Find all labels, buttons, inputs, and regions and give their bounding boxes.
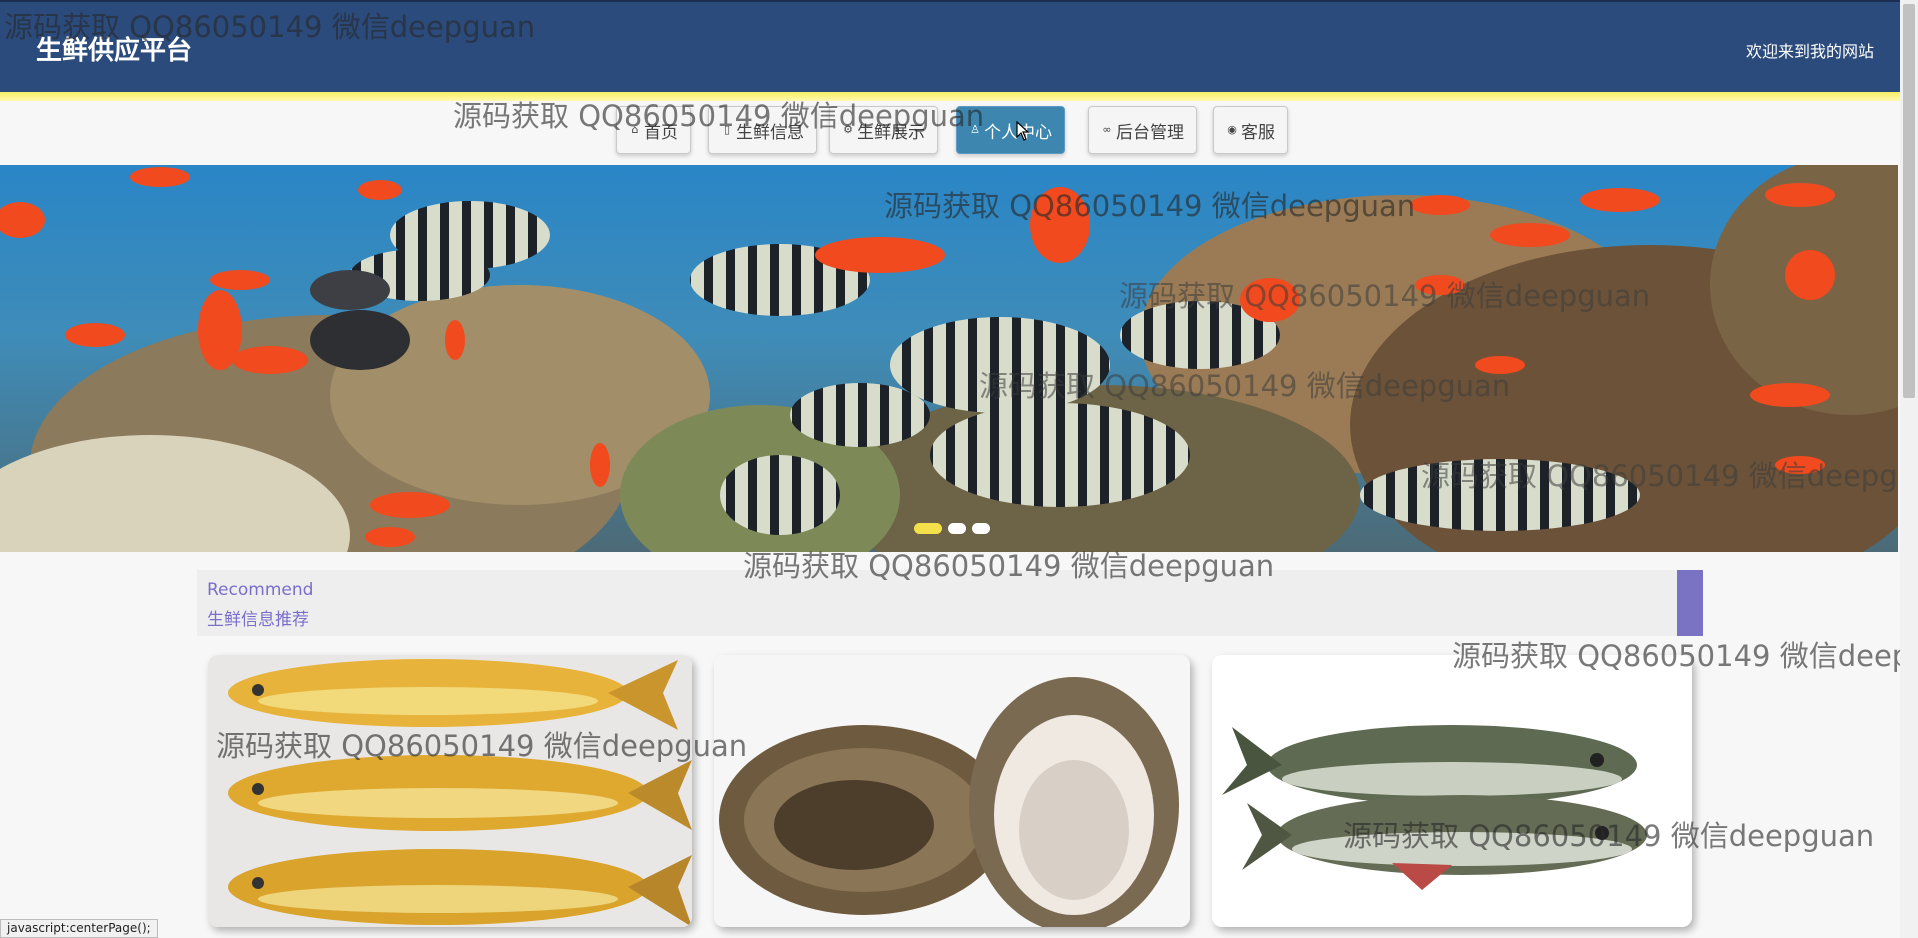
recommend-title-cn: 生鲜信息推荐 (207, 610, 309, 630)
home-icon: ⌂ (631, 123, 639, 136)
nav-admin-label: 后台管理 (1116, 122, 1184, 143)
product-card-oyster[interactable] (714, 655, 1190, 927)
product-card-yellow-croaker[interactable] (208, 655, 692, 927)
welcome-text: 欢迎来到我的网站 (1745, 42, 1874, 61)
recommend-title-en: Recommend (207, 580, 314, 600)
nav-service-button[interactable]: ◉ 客服 (1213, 106, 1288, 154)
banner-image (0, 165, 1898, 552)
oyster-image (714, 655, 1190, 927)
recommend-bar (197, 570, 1703, 636)
site-title[interactable]: 生鲜供应平台 (36, 30, 192, 67)
mouse-cursor-icon (1016, 121, 1030, 141)
link-icon: ∞ (1102, 123, 1112, 136)
carp-image (1212, 655, 1692, 927)
product-card-carp[interactable] (1212, 655, 1692, 927)
carousel-dot-3[interactable] (972, 523, 990, 534)
yellow-croaker-image (208, 655, 692, 927)
nav-service-label: 客服 (1241, 122, 1275, 143)
nav-fresh-show-label: 生鲜展示 (857, 122, 925, 143)
nav-fresh-info-label: 生鲜信息 (736, 122, 804, 143)
carousel-dot-1[interactable] (914, 523, 942, 534)
nav-bar (0, 101, 1900, 165)
list-icon: ▯ (723, 123, 731, 136)
carousel-dot-2[interactable] (948, 523, 966, 534)
nav-fresh-show-button[interactable]: ⚙ 生鲜展示 (829, 106, 938, 154)
header-stripe (0, 92, 1900, 101)
nav-personal-center-button[interactable]: ♙ 个人中心 (956, 106, 1065, 154)
carousel-indicators (914, 523, 990, 534)
nav-admin-button[interactable]: ∞ 后台管理 (1088, 106, 1197, 154)
site-header (0, 0, 1900, 93)
banner-carousel[interactable] (0, 165, 1898, 552)
scrollbar-thumb[interactable] (1903, 4, 1915, 398)
nav-home-label: 首页 (644, 122, 678, 143)
user-icon: ♙ (970, 123, 980, 136)
browser-status-bar: javascript:centerPage(); (0, 919, 158, 938)
chat-icon: ◉ (1227, 123, 1237, 136)
gear-icon: ⚙ (843, 123, 853, 136)
nav-home-button[interactable]: ⌂ 首页 (616, 106, 691, 154)
nav-fresh-info-button[interactable]: ▯ 生鲜信息 (708, 106, 817, 154)
